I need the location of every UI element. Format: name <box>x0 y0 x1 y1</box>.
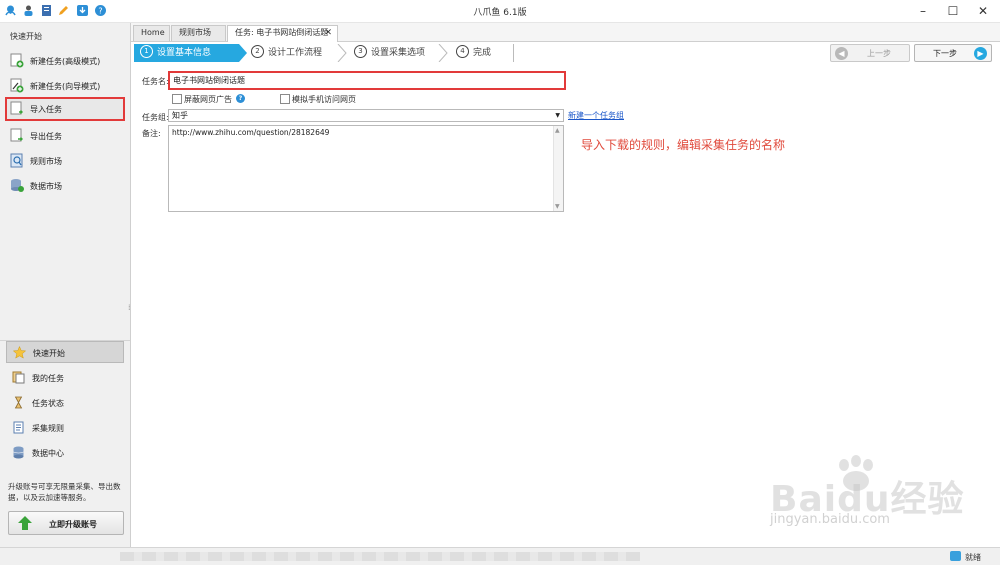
step-number: 4 <box>456 45 469 58</box>
tab-label: 规则市场 <box>179 28 211 37</box>
mobile-browser-label: 模拟手机访问网页 <box>292 95 356 104</box>
nav-label: 快速开始 <box>33 349 65 358</box>
new-task-group-link[interactable]: 新建一个任务组 <box>568 110 624 121</box>
step-chevron-icon <box>438 44 448 62</box>
sidebar-item-label: 新建任务(高级模式) <box>30 57 101 66</box>
sidebar-item-label: 导出任务 <box>30 132 62 141</box>
task-name-label: 任务名: <box>142 77 169 86</box>
star-icon <box>13 346 26 359</box>
title-bar: ? 八爪鱼 6.1版 – ☐ ✕ <box>0 0 1000 23</box>
step-label: 完成 <box>473 48 492 58</box>
rule-market-icon <box>10 153 23 168</box>
tab-task-ebook[interactable]: 任务: 电子书网站倒闭话题 ✕ <box>227 25 338 42</box>
sidebar-item-label: 规则市场 <box>30 157 62 166</box>
export-task-icon <box>10 128 23 142</box>
sidebar-item-data-market[interactable]: 数据市场 <box>6 175 124 197</box>
nav-collection-rules[interactable]: 采集规则 <box>6 417 124 439</box>
help-icon[interactable]: ? <box>236 94 245 103</box>
arrow-right-icon: ▶ <box>974 47 987 60</box>
remark-textarea[interactable]: http://www.zhihu.com/question/28182649 ▲… <box>168 125 564 212</box>
arrow-left-icon: ◀ <box>835 47 848 60</box>
window-title: 八爪鱼 6.1版 <box>473 8 527 18</box>
step-basic-info[interactable]: 1 设置基本信息 <box>134 44 239 62</box>
tab-rule-market[interactable]: 规则市场 <box>171 25 226 41</box>
tab-close-icon[interactable]: ✕ <box>324 26 332 40</box>
previous-step-button[interactable]: ◀ 上一步 <box>830 44 910 62</box>
rules-icon <box>13 421 24 434</box>
new-task-wizard-icon <box>10 78 24 93</box>
close-button[interactable]: ✕ <box>968 0 998 22</box>
remark-scrollbar[interactable]: ▲ ▼ <box>553 126 563 211</box>
step-label: 设置基本信息 <box>157 48 212 58</box>
hourglass-icon <box>14 396 23 409</box>
next-step-label: 下一步 <box>933 49 957 58</box>
previous-step-label: 上一步 <box>867 49 891 58</box>
upgrade-promo-text: 升级账号可享无限量采集、导出数据，以及云加速等服务。 <box>8 482 121 502</box>
tab-label: 任务: 电子书网站倒闭话题 <box>235 28 329 37</box>
sidebar-item-label: 新建任务(向导模式) <box>30 82 101 91</box>
nav-data-center[interactable]: 数据中心 <box>6 442 124 464</box>
tab-home[interactable]: Home <box>133 25 170 41</box>
nav-label: 数据中心 <box>32 449 64 458</box>
sidebar-item-import-task[interactable]: 导入任务 <box>5 97 125 121</box>
maximize-button[interactable]: ☐ <box>938 0 968 22</box>
data-market-icon <box>11 179 24 192</box>
block-ads-checkbox[interactable] <box>172 94 182 104</box>
tab-label: Home <box>141 28 165 37</box>
sidebar-item-label: 数据市场 <box>30 182 62 191</box>
my-tasks-icon <box>12 371 25 384</box>
task-group-select[interactable]: 知乎 ▼ <box>168 109 564 122</box>
step-chevron-icon <box>337 44 347 62</box>
step-number: 2 <box>251 45 264 58</box>
sidebar: 快速开始 新建任务(高级模式) 新建任务(向导模式) 导入任务 导出任务 规则市… <box>0 23 131 547</box>
task-name-input[interactable]: 电子书网站倒闭话题 <box>168 71 566 90</box>
mobile-browser-checkbox[interactable] <box>280 94 290 104</box>
step-number: 3 <box>354 45 367 58</box>
sidebar-header: 快速开始 <box>10 32 42 41</box>
task-group-label: 任务组: <box>142 113 169 122</box>
nav-label: 采集规则 <box>32 424 64 433</box>
remark-value: http://www.zhihu.com/question/28182649 <box>172 128 330 137</box>
step-finish[interactable]: 4 完成 <box>454 44 514 62</box>
upgrade-button-label: 立即升级账号 <box>49 520 97 529</box>
import-task-icon <box>10 101 23 115</box>
chat-icon[interactable] <box>950 551 961 561</box>
task-group-value: 知乎 <box>172 111 188 120</box>
status-bar: 就绪 <box>0 547 1000 565</box>
new-task-advanced-icon <box>10 53 24 68</box>
step-number: 1 <box>140 45 153 58</box>
annotation-text: 导入下载的规则，编辑采集任务的名称 <box>581 138 786 152</box>
sidebar-item-label: 导入任务 <box>30 105 62 114</box>
nav-label: 任务状态 <box>32 399 64 408</box>
nav-my-tasks[interactable]: 我的任务 <box>6 367 124 389</box>
nav-task-status[interactable]: 任务状态 <box>6 392 124 414</box>
upgrade-arrow-icon <box>18 516 32 530</box>
nav-label: 我的任务 <box>32 374 64 383</box>
sidebar-item-new-task-wizard[interactable]: 新建任务(向导模式) <box>6 75 124 97</box>
splitter-grip[interactable]: ⁞ <box>128 303 131 312</box>
watermark-url: jingyan.baidu.com <box>770 512 890 527</box>
minimize-button[interactable]: – <box>908 0 938 22</box>
next-step-button[interactable]: 下一步 ▶ <box>914 44 992 62</box>
sidebar-item-export-task[interactable]: 导出任务 <box>6 125 124 147</box>
database-icon <box>13 446 24 459</box>
nav-quick-start[interactable]: 快速开始 <box>6 341 124 363</box>
step-collection-options[interactable]: 3 设置采集选项 <box>352 44 452 62</box>
blurred-region <box>120 552 640 561</box>
step-design-workflow[interactable]: 2 设计工作流程 <box>249 44 349 62</box>
status-text: 就绪 <box>965 553 981 562</box>
step-label: 设置采集选项 <box>371 48 426 58</box>
step-label: 设计工作流程 <box>268 48 323 58</box>
sidebar-item-new-task-advanced[interactable]: 新建任务(高级模式) <box>6 50 124 72</box>
tab-bar: Home 规则市场 任务: 电子书网站倒闭话题 ✕ <box>131 23 1000 42</box>
step-arrow <box>239 44 247 62</box>
sidebar-item-rule-market[interactable]: 规则市场 <box>6 150 124 172</box>
chevron-down-icon: ▼ <box>555 112 560 119</box>
upgrade-account-button[interactable]: 立即升级账号 <box>8 511 124 535</box>
block-ads-label: 屏蔽网页广告 <box>184 95 232 104</box>
remark-label: 备注: <box>142 129 161 138</box>
